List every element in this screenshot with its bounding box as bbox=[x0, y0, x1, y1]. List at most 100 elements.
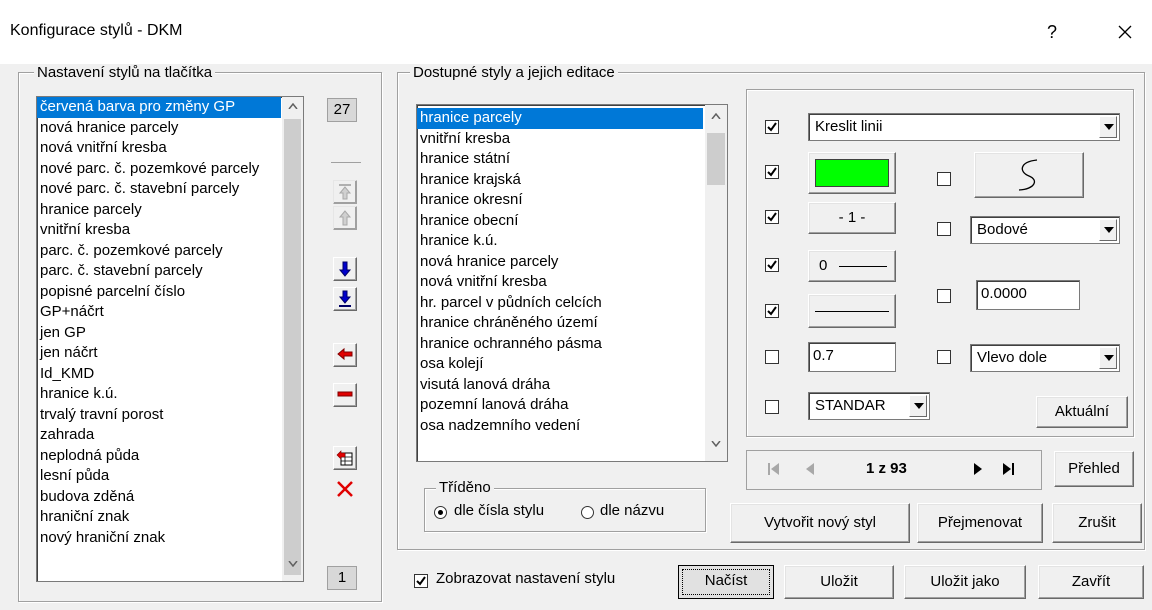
help-button[interactable]: ? bbox=[1040, 18, 1064, 46]
curve-checkbox[interactable] bbox=[937, 172, 951, 186]
delete-style-button[interactable]: Zrušit bbox=[1052, 503, 1142, 543]
draw-line-checkbox[interactable] bbox=[765, 120, 779, 134]
close-button[interactable]: Zavřít bbox=[1038, 565, 1144, 599]
list-item[interactable]: nová vnitřní kresba bbox=[417, 272, 703, 293]
scroll-down-icon[interactable] bbox=[282, 559, 303, 579]
list-item[interactable]: nová vnitřní kresba bbox=[37, 138, 281, 159]
list-item[interactable]: neplodná půda bbox=[37, 446, 281, 467]
line-number-button[interactable]: - 1 - bbox=[808, 202, 896, 234]
list-item[interactable]: jen GP bbox=[37, 323, 281, 344]
list-item[interactable]: pozemní lanová dráha bbox=[417, 395, 703, 416]
last-record-icon[interactable] bbox=[1000, 461, 1016, 481]
list-item[interactable]: popisné parcelní číslo bbox=[37, 282, 281, 303]
list-item[interactable]: jen náčrt bbox=[37, 343, 281, 364]
list-item[interactable]: zahrada bbox=[37, 425, 281, 446]
previous-record-icon[interactable] bbox=[804, 461, 816, 481]
chevron-down-icon[interactable] bbox=[909, 395, 927, 417]
list-item[interactable]: trvalý travní porost bbox=[37, 405, 281, 426]
move-top-button[interactable] bbox=[333, 180, 357, 204]
list-item[interactable]: Id_KMD bbox=[37, 364, 281, 385]
sort-by-number-radio[interactable] bbox=[434, 506, 447, 519]
move-down-button[interactable] bbox=[333, 257, 357, 281]
position-select[interactable]: Vlevo dole bbox=[970, 344, 1120, 372]
apply-current-button[interactable]: Aktuální bbox=[1036, 396, 1128, 428]
list-item[interactable]: nové parc. č. pozemkové parcely bbox=[37, 159, 281, 180]
chevron-down-icon[interactable] bbox=[1099, 116, 1117, 138]
list-item[interactable]: hranice krajská bbox=[417, 170, 703, 191]
available-styles-list[interactable]: hranice parcely vnitřní kresba hranice stá… bbox=[416, 104, 728, 462]
move-up-button[interactable] bbox=[333, 206, 357, 230]
list-item[interactable]: nový hraniční znak bbox=[37, 528, 281, 549]
add-style-button[interactable] bbox=[333, 343, 357, 367]
show-settings-checkbox[interactable] bbox=[414, 574, 428, 588]
remove-style-button[interactable] bbox=[333, 383, 357, 407]
next-record-icon[interactable] bbox=[972, 461, 984, 481]
sort-by-name-radio[interactable] bbox=[581, 506, 594, 519]
scroll-up-icon[interactable] bbox=[705, 111, 727, 131]
sort-by-name-label[interactable]: dle názvu bbox=[600, 502, 664, 519]
list-item[interactable]: hranice chráněného území bbox=[417, 313, 703, 334]
point-mode-checkbox[interactable] bbox=[937, 222, 951, 236]
size-field[interactable]: 0.7 bbox=[808, 342, 896, 372]
list-item[interactable]: hr. parcel v půdních celcích bbox=[417, 293, 703, 314]
curve-button[interactable] bbox=[974, 152, 1084, 198]
line-number-checkbox[interactable] bbox=[765, 210, 779, 224]
list-item[interactable]: vnitřní kresba bbox=[417, 129, 703, 150]
load-button[interactable]: Načíst bbox=[678, 565, 774, 599]
list-item[interactable]: nová hranice parcely bbox=[417, 252, 703, 273]
chevron-down-icon[interactable] bbox=[1099, 219, 1117, 241]
button-styles-scrollbar[interactable] bbox=[282, 97, 303, 581]
overview-button[interactable]: Přehled bbox=[1054, 451, 1134, 487]
move-bottom-button[interactable] bbox=[333, 287, 357, 311]
list-item[interactable]: budova zděná bbox=[37, 487, 281, 508]
list-item[interactable]: hranice k.ú. bbox=[417, 231, 703, 252]
list-item[interactable]: hranice parcely bbox=[37, 200, 281, 221]
scroll-down-icon[interactable] bbox=[705, 439, 727, 459]
line-style-button[interactable] bbox=[808, 294, 896, 328]
color-button[interactable] bbox=[808, 152, 896, 194]
list-item[interactable]: hranice státní bbox=[417, 149, 703, 170]
scroll-thumb[interactable] bbox=[707, 133, 725, 185]
list-item[interactable]: hraniční znak bbox=[37, 507, 281, 528]
list-item[interactable]: hranice obecní bbox=[417, 211, 703, 232]
import-style-button[interactable] bbox=[333, 446, 357, 470]
color-checkbox[interactable] bbox=[765, 165, 779, 179]
font-checkbox[interactable] bbox=[765, 400, 779, 414]
list-item[interactable]: hranice k.ú. bbox=[37, 384, 281, 405]
available-styles-scrollbar[interactable] bbox=[705, 105, 727, 461]
close-icon[interactable] bbox=[1110, 18, 1140, 46]
size-checkbox[interactable] bbox=[765, 350, 779, 364]
list-item[interactable]: hranice parcely bbox=[417, 108, 703, 129]
point-mode-select[interactable]: Bodové bbox=[970, 216, 1120, 244]
save-button[interactable]: Uložit bbox=[784, 565, 894, 599]
first-record-icon[interactable] bbox=[766, 461, 782, 481]
list-item[interactable]: visutá lanová dráha bbox=[417, 375, 703, 396]
scroll-up-icon[interactable] bbox=[282, 101, 303, 121]
chevron-down-icon[interactable] bbox=[1099, 347, 1117, 369]
line-style-checkbox[interactable] bbox=[765, 304, 779, 318]
list-item[interactable]: nová hranice parcely bbox=[37, 118, 281, 139]
angle-checkbox[interactable] bbox=[937, 289, 951, 303]
list-item[interactable]: GP+náčrt bbox=[37, 302, 281, 323]
font-select[interactable]: STANDAR bbox=[808, 392, 930, 420]
sort-by-number-label[interactable]: dle čísla stylu bbox=[454, 502, 544, 519]
button-styles-list[interactable]: červená barva pro změny GP nová hranice p… bbox=[36, 96, 304, 582]
list-item[interactable]: osa nadzemního vedení bbox=[417, 416, 703, 437]
draw-line-select[interactable]: Kreslit linii bbox=[808, 113, 1120, 141]
list-item[interactable]: hranice okresní bbox=[417, 190, 703, 211]
list-item[interactable]: parc. č. pozemkové parcely bbox=[37, 241, 281, 262]
save-as-button[interactable]: Uložit jako bbox=[904, 565, 1026, 599]
position-checkbox[interactable] bbox=[937, 350, 951, 364]
line-width-button[interactable]: 0 bbox=[808, 250, 896, 282]
rename-style-button[interactable]: Přejmenovat bbox=[917, 503, 1043, 543]
list-item[interactable]: nové parc. č. stavební parcely bbox=[37, 179, 281, 200]
list-item[interactable]: vnitřní kresba bbox=[37, 220, 281, 241]
list-item[interactable]: lesní půda bbox=[37, 466, 281, 487]
list-item[interactable]: hranice ochranného pásma bbox=[417, 334, 703, 355]
list-item[interactable]: osa kolejí bbox=[417, 354, 703, 375]
scroll-thumb[interactable] bbox=[284, 119, 301, 575]
angle-field[interactable]: 0.0000 bbox=[976, 280, 1080, 310]
show-settings-label[interactable]: Zobrazovat nastavení stylu bbox=[436, 570, 615, 587]
create-style-button[interactable]: Vytvořit nový styl bbox=[730, 503, 910, 543]
line-width-checkbox[interactable] bbox=[765, 258, 779, 272]
